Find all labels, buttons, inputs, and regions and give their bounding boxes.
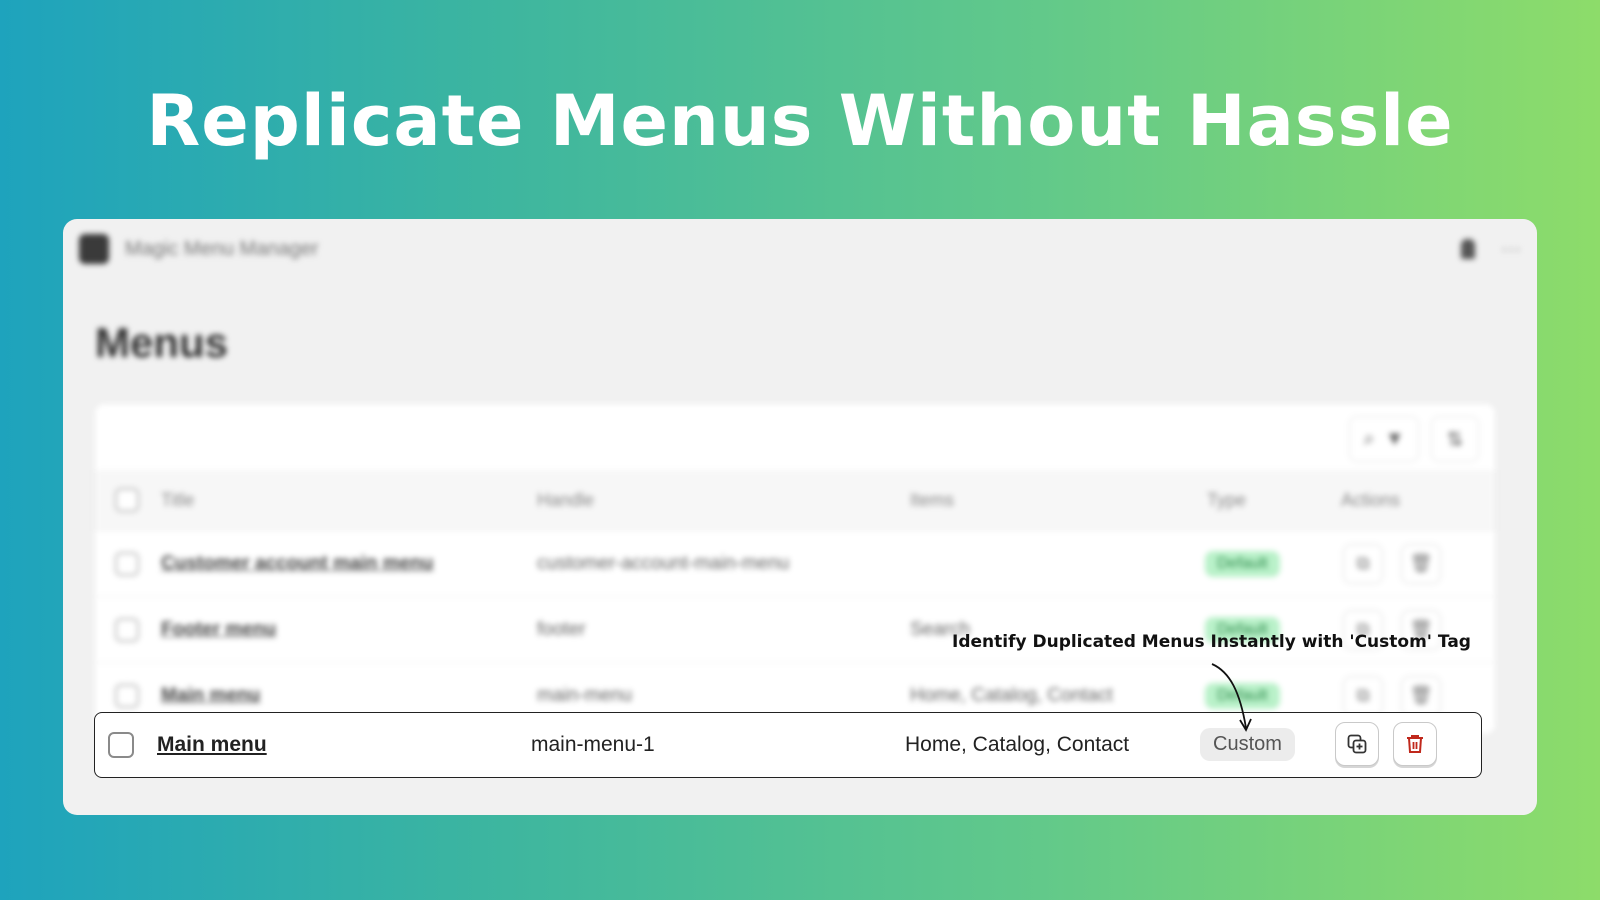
table-header: Title Handle Items Type Actions xyxy=(95,470,1495,530)
duplicate-icon xyxy=(1347,734,1367,754)
more-icon[interactable]: ⋯ xyxy=(1501,237,1521,262)
sort-icon: ⇅ xyxy=(1446,428,1464,451)
duplicate-button[interactable]: ⧉ xyxy=(1343,543,1383,584)
row-checkbox[interactable] xyxy=(115,617,139,642)
sort-button[interactable]: ⇅ xyxy=(1431,416,1479,462)
page-title: Menus xyxy=(95,319,229,366)
app-topbar: Magic Menu Manager ⋯ xyxy=(63,219,1537,279)
row-checkbox[interactable] xyxy=(108,732,134,758)
highlighted-duplicate-row[interactable]: Main menu main-menu-1 Home, Catalog, Con… xyxy=(94,712,1482,778)
row-title-link[interactable]: Footer menu xyxy=(161,619,276,641)
row-handle: customer-account-main-menu xyxy=(537,552,790,574)
header-actions: Actions xyxy=(1341,489,1401,510)
delete-button[interactable] xyxy=(1393,722,1437,766)
callout-arrow xyxy=(1211,663,1252,732)
row-title-link[interactable]: Main menu xyxy=(157,733,267,757)
duplicate-button[interactable]: ⧉ xyxy=(1343,675,1383,716)
duplicate-icon: ⧉ xyxy=(1356,553,1370,573)
menus-table-card: ⌕ ▼ ⇅ Title Handle Items Type Actions Cu… xyxy=(95,404,1495,734)
select-all-checkbox[interactable] xyxy=(115,488,139,512)
header-type: Type xyxy=(1207,489,1247,510)
search-filter-button[interactable]: ⌕ ▼ xyxy=(1349,416,1419,462)
row-title-link[interactable]: Customer account main menu xyxy=(161,553,433,575)
row-items: Home, Catalog, Contact xyxy=(910,684,1113,706)
table-row[interactable]: Customer account main menu customer-acco… xyxy=(95,530,1495,596)
header-handle: Handle xyxy=(537,489,595,510)
pin-icon[interactable] xyxy=(1461,239,1475,259)
row-checkbox[interactable] xyxy=(115,551,139,576)
app-name: Magic Menu Manager xyxy=(125,237,319,260)
headline: Replicate Menus Without Hassle xyxy=(146,80,1454,162)
app-window: Magic Menu Manager ⋯ Menus ⌕ ▼ ⇅ Title H… xyxy=(63,219,1537,815)
duplicate-icon: ⧉ xyxy=(1356,685,1370,705)
type-tag: Default xyxy=(1205,550,1280,577)
row-handle: main-menu-1 xyxy=(531,733,655,756)
row-title-link[interactable]: Main menu xyxy=(161,685,260,707)
filter-icon: ▼ xyxy=(1384,427,1405,450)
duplicate-button[interactable] xyxy=(1335,722,1379,766)
header-items: Items xyxy=(910,489,955,510)
app-logo xyxy=(79,234,109,264)
trash-icon: 🗑 xyxy=(1409,685,1433,705)
row-items: Home, Catalog, Contact xyxy=(905,733,1130,756)
delete-button[interactable]: 🗑 xyxy=(1401,675,1441,716)
search-icon: ⌕ xyxy=(1363,427,1375,450)
delete-button[interactable]: 🗑 xyxy=(1401,543,1441,584)
header-title: Title xyxy=(161,489,195,510)
callout-annotation: Identify Duplicated Menus Instantly with… xyxy=(952,632,1471,652)
row-handle: footer xyxy=(537,618,586,640)
row-handle: main-menu xyxy=(537,684,633,706)
trash-icon: 🗑 xyxy=(1409,553,1433,573)
table-row[interactable]: Footer menu footer Search Default ⧉ 🗑 xyxy=(95,596,1495,662)
trash-icon xyxy=(1407,735,1423,753)
row-checkbox[interactable] xyxy=(115,683,139,708)
